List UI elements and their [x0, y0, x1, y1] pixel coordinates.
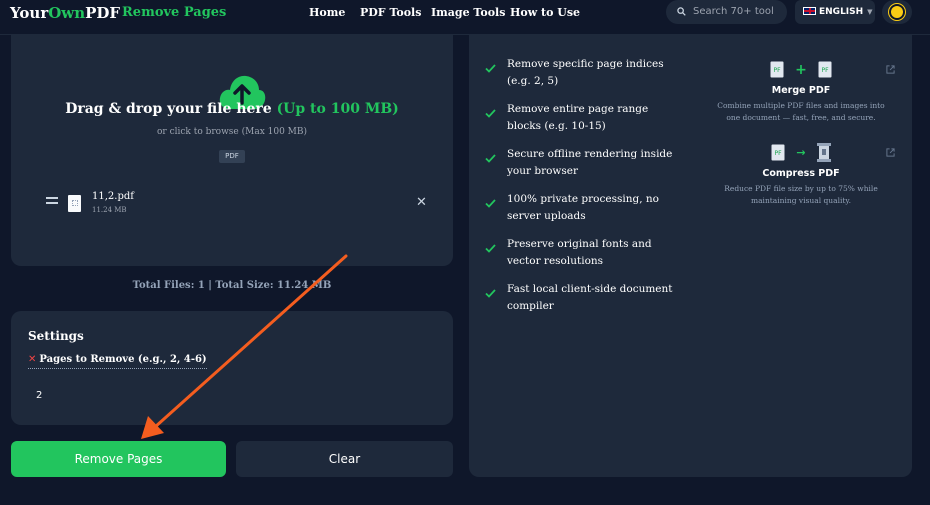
- check-icon: [485, 154, 496, 163]
- nav-page-title: Remove Pages: [122, 5, 227, 20]
- pages-to-remove-input[interactable]: [28, 386, 438, 404]
- pages-to-remove-label: ✕ Pages to Remove (e.g., 2, 4-6): [28, 354, 207, 369]
- dropzone-title: Drag & drop your file here (Up to 100 MB…: [11, 101, 453, 117]
- settings-title: Settings: [28, 329, 84, 343]
- feature-text: Secure offline rendering inside your bro…: [507, 148, 673, 177]
- upload-dropzone[interactable]: Drag & drop your file here (Up to 100 MB…: [11, 35, 453, 266]
- pdf-file-icon: PF: [771, 144, 785, 161]
- language-label: ENGLISH: [819, 7, 864, 17]
- tool-description: Reduce PDF file size by up to 75% while …: [724, 184, 878, 205]
- tool-card-merge-pdf[interactable]: PF + PF Merge PDF Combine multiple PDF f…: [701, 59, 901, 124]
- info-panel: Remove specific page indices (e.g. 2, 5)…: [469, 35, 912, 477]
- brand-part-your: Your: [10, 4, 49, 22]
- search-input[interactable]: Search 70+ tool: [666, 0, 787, 24]
- chevron-down-icon: ▼: [867, 8, 873, 16]
- check-icon: [485, 199, 496, 208]
- totals-summary: Total Files: 1 | Total Size: 11.24 MB: [132, 280, 332, 291]
- feature-item: Remove entire page range blocks (e.g. 10…: [485, 101, 685, 135]
- feature-item: Secure offline rendering inside your bro…: [485, 146, 685, 180]
- file-list-item: 11,2.pdf 11.24 MB ✕: [46, 191, 427, 221]
- uk-flag-icon: [803, 7, 816, 15]
- tool-description: Combine multiple PDF files and images in…: [717, 101, 885, 122]
- nav-link-home[interactable]: Home: [309, 6, 345, 19]
- feature-item: Fast local client-side document compiler: [485, 281, 685, 315]
- file-thumbnail: [68, 195, 81, 212]
- remove-file-close-icon[interactable]: ✕: [416, 195, 427, 210]
- nav-link-image-tools[interactable]: Image Tools: [431, 6, 505, 19]
- plus-icon: +: [795, 61, 807, 78]
- nav-link-pdf-tools[interactable]: PDF Tools: [360, 6, 421, 19]
- check-icon: [485, 289, 496, 298]
- clear-button[interactable]: Clear: [236, 441, 453, 477]
- dropzone-size-limit: (Up to 100 MB): [276, 101, 399, 117]
- invalid-x-icon: ✕: [28, 354, 37, 365]
- compressed-file-icon: [816, 143, 831, 162]
- brand-part-own: Own: [48, 4, 86, 22]
- svg-text:PF: PF: [773, 67, 781, 74]
- brand-logo[interactable]: YourOwnPDF: [10, 4, 120, 22]
- check-icon: [485, 64, 496, 73]
- feature-text: Fast local client-side document compiler: [507, 283, 673, 312]
- tool-name: Compress PDF: [762, 168, 840, 179]
- navbar: YourOwnPDF Remove Pages Home PDF Tools I…: [0, 0, 930, 35]
- feature-list: Remove specific page indices (e.g. 2, 5)…: [485, 56, 685, 326]
- nav-link-how-to-use[interactable]: How to Use: [510, 6, 580, 19]
- brand-part-pdf: PDF: [85, 4, 121, 22]
- dropzone-subtitle: or click to browse (Max 100 MB): [156, 127, 308, 137]
- dropzone-title-text: Drag & drop your file here: [65, 101, 277, 117]
- feature-text: Preserve original fonts and vector resol…: [507, 238, 652, 267]
- feature-item: Preserve original fonts and vector resol…: [485, 236, 685, 270]
- svg-text:PF: PF: [821, 67, 829, 74]
- arrow-right-icon: →: [796, 146, 806, 159]
- compress-icons: PF →: [701, 142, 901, 164]
- tool-card-compress-pdf[interactable]: PF → Compress PDF Reduce PDF file size b…: [701, 142, 901, 207]
- settings-panel: Settings ✕ Pages to Remove (e.g., 2, 4-6): [11, 311, 453, 425]
- feature-text: Remove entire page range blocks (e.g. 10…: [507, 103, 649, 132]
- file-size: 11.24 MB: [92, 206, 127, 214]
- check-icon: [485, 109, 496, 118]
- search-icon: [677, 7, 686, 16]
- feature-item: Remove specific page indices (e.g. 2, 5): [485, 56, 685, 90]
- sun-icon: [891, 6, 903, 18]
- tool-name: Merge PDF: [771, 85, 831, 96]
- drag-handle-icon[interactable]: [46, 197, 58, 207]
- file-type-badge: PDF: [219, 150, 245, 163]
- related-tools: PF + PF Merge PDF Combine multiple PDF f…: [701, 45, 901, 225]
- check-icon: [485, 244, 496, 253]
- svg-text:PF: PF: [775, 150, 783, 157]
- external-link-icon: [886, 148, 895, 157]
- language-selector[interactable]: ENGLISH ▼: [795, 0, 875, 24]
- remove-pages-button[interactable]: Remove Pages: [11, 441, 226, 477]
- pages-label-text: Pages to Remove (e.g., 2, 4-6): [39, 354, 207, 365]
- feature-item: 100% private processing, no server uploa…: [485, 191, 685, 225]
- feature-text: Remove specific page indices (e.g. 2, 5): [507, 58, 664, 87]
- theme-toggle-button[interactable]: [882, 0, 912, 24]
- pdf-file-icon: PF: [818, 61, 832, 78]
- feature-text: 100% private processing, no server uploa…: [507, 193, 659, 222]
- file-name: 11,2.pdf: [92, 191, 134, 202]
- pdf-file-icon: PF: [770, 61, 784, 78]
- external-link-icon: [886, 65, 895, 74]
- merge-icons: PF + PF: [701, 59, 901, 81]
- search-placeholder: Search 70+ tool: [693, 6, 774, 17]
